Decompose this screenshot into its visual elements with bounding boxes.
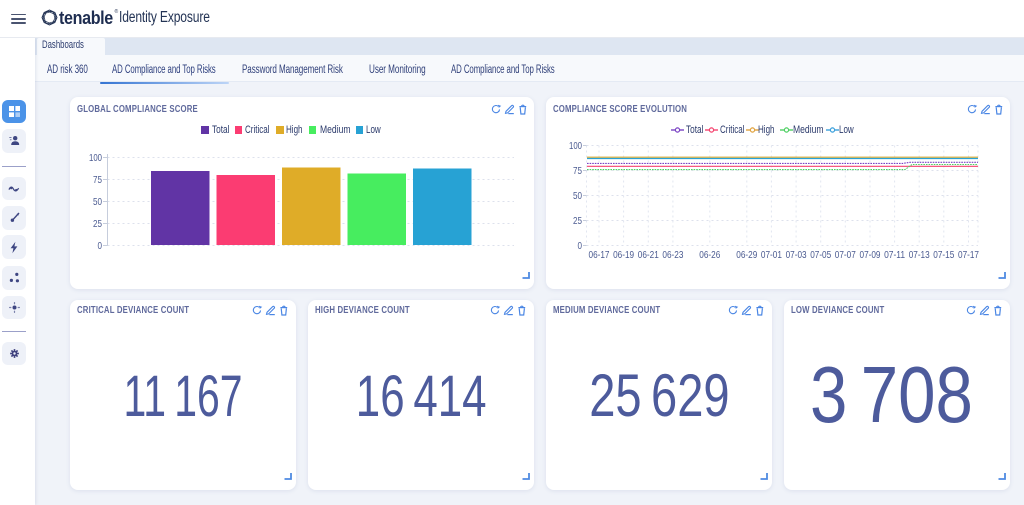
svg-text:07-01: 07-01 bbox=[761, 250, 782, 261]
svg-text:06-29: 06-29 bbox=[736, 250, 757, 261]
svg-text:07-15: 07-15 bbox=[933, 250, 954, 261]
svg-text:100: 100 bbox=[89, 152, 102, 164]
svg-text:07-17: 07-17 bbox=[958, 250, 979, 261]
svg-text:07-03: 07-03 bbox=[786, 250, 807, 261]
svg-text:06-21: 06-21 bbox=[638, 250, 659, 261]
svg-text:06-19: 06-19 bbox=[613, 250, 634, 261]
svg-text:75: 75 bbox=[93, 174, 102, 186]
svg-text:07-05: 07-05 bbox=[810, 250, 831, 261]
svg-text:07-11: 07-11 bbox=[884, 250, 905, 261]
svg-text:25: 25 bbox=[573, 215, 582, 227]
svg-text:07-13: 07-13 bbox=[909, 250, 930, 261]
svg-text:0: 0 bbox=[578, 240, 583, 252]
svg-text:07-07: 07-07 bbox=[835, 250, 856, 261]
svg-text:06-23: 06-23 bbox=[662, 250, 683, 261]
svg-text:50: 50 bbox=[573, 190, 582, 202]
svg-text:07-09: 07-09 bbox=[860, 250, 881, 261]
svg-text:75: 75 bbox=[573, 165, 582, 177]
svg-text:0: 0 bbox=[98, 240, 103, 252]
svg-text:100: 100 bbox=[569, 140, 582, 152]
svg-text:50: 50 bbox=[93, 196, 102, 208]
svg-text:06-17: 06-17 bbox=[589, 250, 610, 261]
svg-text:06-26: 06-26 bbox=[699, 250, 720, 261]
svg-text:25: 25 bbox=[93, 218, 102, 230]
